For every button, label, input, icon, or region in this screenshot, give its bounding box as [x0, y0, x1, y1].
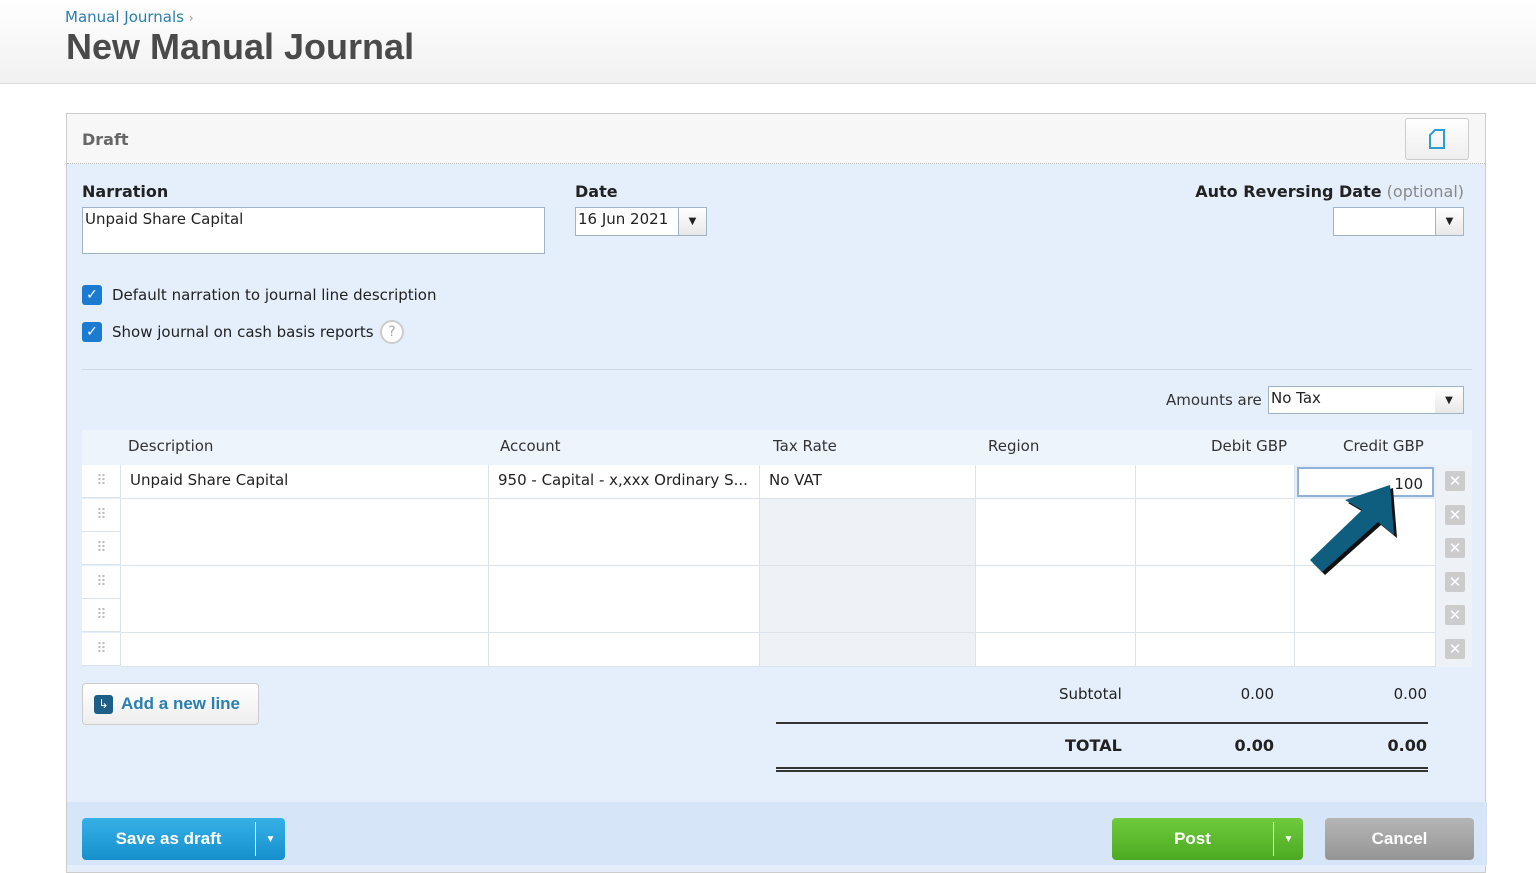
cash-basis-label: Show journal on cash basis reports: [112, 323, 374, 341]
page-title: New Manual Journal: [66, 26, 415, 67]
auto-reversing-date-input[interactable]: ▼: [1333, 207, 1464, 236]
tax-rate-cell[interactable]: [760, 498, 976, 533]
drag-handle-icon[interactable]: ⠿: [82, 532, 121, 565]
cash-basis-checkbox[interactable]: ✓: [82, 322, 102, 342]
description-cell[interactable]: [121, 532, 489, 566]
tax-rate-cell[interactable]: [760, 632, 976, 667]
add-line-icon: ↳: [94, 694, 113, 714]
chevron-down-icon[interactable]: ▼: [678, 208, 706, 235]
region-cell[interactable]: [976, 565, 1136, 600]
drag-handle-icon[interactable]: ⠿: [82, 632, 121, 666]
date-value: 16 Jun 2021: [578, 210, 669, 228]
narration-label: Narration: [82, 182, 169, 201]
delete-line-icon[interactable]: ✕: [1445, 538, 1465, 558]
total-divider: [776, 767, 1428, 772]
debit-cell[interactable]: [1136, 498, 1295, 533]
cancel-button[interactable]: Cancel: [1325, 818, 1474, 860]
delete-line-icon[interactable]: ✕: [1445, 571, 1465, 592]
amounts-are-select[interactable]: No Tax ▼: [1268, 386, 1464, 414]
debit-cell[interactable]: [1136, 599, 1295, 633]
account-cell[interactable]: [489, 498, 760, 533]
total-debit: 0.00: [1234, 736, 1274, 755]
breadcrumb-separator: ›: [188, 11, 194, 25]
date-input[interactable]: 16 Jun 2021 ▼: [575, 207, 707, 236]
save-as-draft-button[interactable]: Save as draft ▼: [82, 818, 285, 860]
account-cell[interactable]: [489, 599, 760, 633]
total-label: TOTAL: [1065, 736, 1122, 755]
add-line-label: Add a new line: [121, 694, 241, 713]
help-icon[interactable]: ?: [380, 320, 404, 344]
column-header-account: Account: [500, 437, 561, 455]
post-button[interactable]: Post ▼: [1112, 818, 1303, 860]
tax-rate-cell[interactable]: [760, 599, 976, 633]
drag-handle-icon[interactable]: ⠿: [82, 498, 121, 532]
copy-button[interactable]: [1405, 118, 1469, 160]
amounts-are-label: Amounts are: [1166, 391, 1262, 409]
description-cell[interactable]: [121, 498, 489, 533]
subtotal-divider: [776, 722, 1428, 724]
debit-cell[interactable]: [1136, 532, 1295, 566]
delete-line-icon[interactable]: ✕: [1445, 638, 1465, 659]
delete-line-icon[interactable]: ✕: [1445, 471, 1465, 491]
drag-handle-icon[interactable]: ⠿: [82, 465, 121, 498]
status-bar: [67, 114, 1485, 164]
date-label: Date: [575, 182, 618, 201]
description-cell[interactable]: [121, 599, 489, 633]
column-header-description: Description: [128, 437, 214, 455]
credit-cell[interactable]: [1295, 632, 1436, 667]
pointer-arrow-icon: [1310, 485, 1397, 575]
optional-hint: (optional): [1386, 182, 1464, 201]
tax-rate-cell[interactable]: No VAT: [760, 465, 976, 499]
chevron-down-icon[interactable]: ▼: [1273, 822, 1303, 856]
debit-cell[interactable]: [1136, 465, 1295, 499]
narration-input[interactable]: Unpaid Share Capital: [82, 207, 545, 254]
auto-reversing-label: Auto Reversing Date (optional): [1195, 182, 1464, 201]
description-cell[interactable]: Unpaid Share Capital: [121, 465, 489, 499]
drag-handle-icon[interactable]: ⠿: [82, 599, 121, 632]
subtotal-label: Subtotal: [1059, 685, 1122, 703]
tax-rate-cell[interactable]: [760, 565, 976, 600]
chevron-down-icon[interactable]: ▼: [1435, 387, 1463, 413]
column-header-debit: Debit GBP: [1211, 437, 1288, 455]
subtotal-credit: 0.00: [1393, 685, 1427, 703]
breadcrumb[interactable]: Manual Journals ›: [65, 8, 194, 26]
breadcrumb-link[interactable]: Manual Journals: [65, 8, 184, 26]
amounts-are-value: No Tax: [1271, 389, 1321, 407]
document-icon: [1429, 129, 1445, 149]
region-cell[interactable]: [976, 465, 1136, 499]
tax-rate-cell[interactable]: [760, 532, 976, 566]
save-as-draft-label: Save as draft: [115, 829, 222, 848]
region-cell[interactable]: [976, 532, 1136, 566]
subtotal-debit: 0.00: [1240, 685, 1274, 703]
description-cell[interactable]: [121, 632, 489, 667]
column-header-region: Region: [988, 437, 1040, 455]
divider: [82, 369, 1472, 370]
default-narration-checkbox[interactable]: ✓: [82, 285, 102, 305]
delete-line-icon[interactable]: ✕: [1445, 504, 1465, 525]
account-cell[interactable]: [489, 632, 760, 667]
total-credit: 0.00: [1387, 736, 1427, 755]
account-cell[interactable]: [489, 532, 760, 566]
region-cell[interactable]: [976, 599, 1136, 633]
post-label: Post: [1174, 829, 1211, 848]
account-cell[interactable]: 950 - Capital - x,xxx Ordinary S...: [489, 465, 760, 499]
description-cell[interactable]: [121, 565, 489, 600]
debit-cell[interactable]: [1136, 565, 1295, 600]
status-label: Draft: [82, 130, 129, 149]
debit-cell[interactable]: [1136, 632, 1295, 667]
add-new-line-button[interactable]: ↳ Add a new line: [82, 683, 259, 725]
auto-reversing-title: Auto Reversing Date: [1195, 182, 1382, 201]
delete-line-icon[interactable]: ✕: [1445, 605, 1465, 625]
chevron-down-icon[interactable]: ▼: [255, 822, 285, 856]
column-header-credit: Credit GBP: [1343, 437, 1424, 455]
region-cell[interactable]: [976, 632, 1136, 667]
account-cell[interactable]: [489, 565, 760, 600]
drag-handle-icon[interactable]: ⠿: [82, 565, 121, 599]
default-narration-label: Default narration to journal line descri…: [112, 286, 437, 304]
region-cell[interactable]: [976, 498, 1136, 533]
chevron-down-icon[interactable]: ▼: [1435, 208, 1463, 235]
credit-cell[interactable]: [1295, 599, 1436, 633]
column-header-tax-rate: Tax Rate: [773, 437, 837, 455]
